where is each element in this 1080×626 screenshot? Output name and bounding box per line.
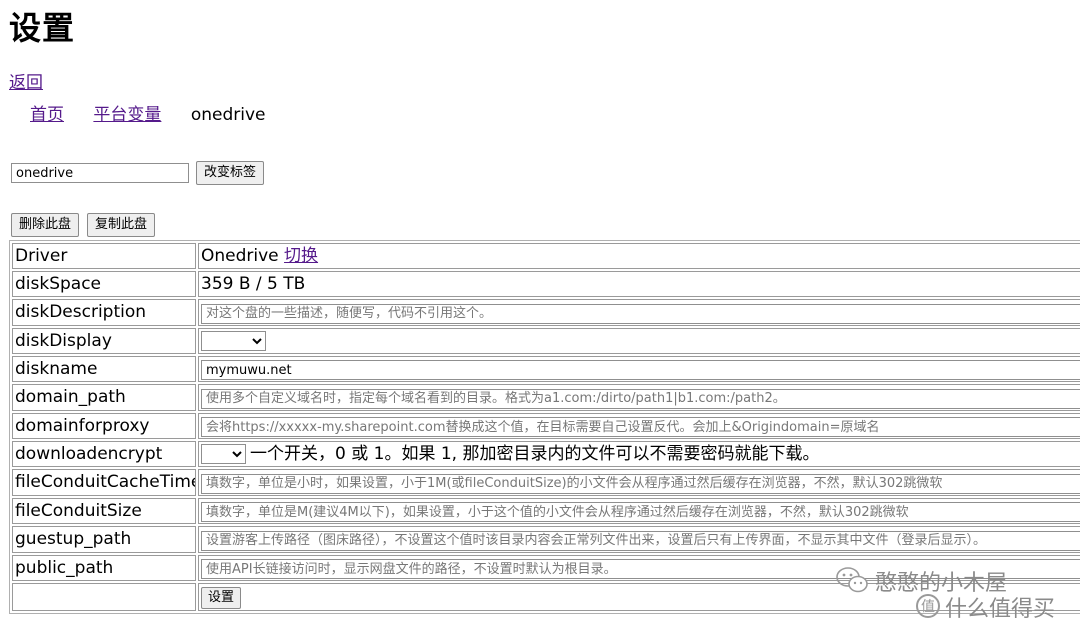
smzdm-logo-icon: 值 (916, 594, 940, 618)
config-table: Driver Onedrive 切换 diskSpace 359 B / 5 T… (9, 240, 1080, 614)
config-row-diskdescription: diskDescription (12, 299, 1080, 326)
config-key-empty (12, 583, 196, 611)
watermark-site-name: 什么值得买 (945, 597, 1056, 622)
back-link[interactable]: 返回 (9, 72, 43, 94)
config-key: diskname (12, 355, 196, 382)
config-value (198, 327, 1080, 354)
disk-space-value: 359 B / 5 TB (198, 271, 1080, 297)
svg-text:值: 值 (921, 599, 935, 615)
config-key: diskSpace (12, 271, 196, 297)
config-key: domain_path (12, 384, 196, 411)
watermark: 憨憨的小木屋 值 什么值得买 (835, 563, 1075, 622)
config-row-fileconduitsize: fileConduitSize (12, 497, 1080, 524)
domain-for-proxy-input[interactable] (201, 417, 1080, 437)
config-key: Driver (12, 243, 196, 269)
submit-settings-button[interactable]: 设置 (201, 587, 242, 609)
disk-name-input[interactable] (201, 360, 1080, 380)
config-key: downloadencrypt (12, 441, 196, 467)
file-conduit-size-input[interactable] (201, 502, 1080, 522)
config-key: public_path (12, 554, 196, 581)
delete-disk-button[interactable]: 删除此盘 (11, 213, 80, 237)
page-title: 设置 (9, 9, 76, 47)
config-key: diskDescription (12, 299, 196, 326)
breadcrumb-home-link[interactable]: 首页 (30, 105, 64, 125)
config-row-guestup-path: guestup_path (12, 526, 1080, 553)
config-row-domainforproxy: domainforproxy (12, 412, 1080, 439)
domain-path-input[interactable] (201, 388, 1080, 409)
config-row-diskname: diskname (12, 355, 1080, 382)
config-row-downloadencrypt: downloadencrypt 一个开关，0 或 1。如果 1, 那加密目录内的… (12, 441, 1080, 467)
breadcrumb-platform-vars-link[interactable]: 平台变量 (93, 105, 161, 125)
config-key: domainforproxy (12, 412, 196, 439)
config-row-diskdisplay: diskDisplay (12, 327, 1080, 354)
disk-description-input[interactable] (201, 303, 1080, 324)
config-row-fileconduitcachetime: fileConduitCacheTime (12, 469, 1080, 496)
config-key: guestup_path (12, 526, 196, 553)
config-row-diskspace: diskSpace 359 B / 5 TB (12, 271, 1080, 297)
switch-driver-link[interactable]: 切换 (284, 246, 318, 266)
config-value (198, 299, 1080, 326)
download-encrypt-select[interactable] (201, 444, 246, 464)
config-value (198, 497, 1080, 524)
copy-disk-button[interactable]: 复制此盘 (87, 213, 156, 237)
config-value (198, 412, 1080, 439)
config-key: diskDisplay (12, 327, 196, 354)
config-row-domain-path: domain_path (12, 384, 1080, 411)
change-tag-button[interactable]: 改变标签 (196, 161, 265, 185)
config-value: Onedrive 切换 (198, 243, 1080, 269)
driver-value: Onedrive (201, 246, 279, 266)
config-value (198, 384, 1080, 411)
breadcrumb-current: onedrive (190, 105, 266, 125)
config-key: fileConduitSize (12, 497, 196, 524)
config-value: 一个开关，0 或 1。如果 1, 那加密目录内的文件可以不需要密码就能下载。 (198, 441, 1080, 467)
disk-display-select[interactable] (201, 330, 266, 351)
wechat-icon (836, 567, 868, 593)
config-key: fileConduitCacheTime (12, 469, 196, 496)
breadcrumb: 首页 平台变量 onedrive (30, 104, 265, 126)
config-value (198, 469, 1080, 496)
file-conduit-cache-time-input[interactable] (201, 473, 1080, 494)
config-value (198, 526, 1080, 553)
config-value (198, 355, 1080, 382)
download-encrypt-note: 一个开关，0 或 1。如果 1, 那加密目录内的文件可以不需要密码就能下载。 (250, 444, 820, 464)
config-row-driver: Driver Onedrive 切换 (12, 243, 1080, 269)
tag-input[interactable] (11, 163, 189, 183)
guestup-path-input[interactable] (201, 530, 1080, 551)
